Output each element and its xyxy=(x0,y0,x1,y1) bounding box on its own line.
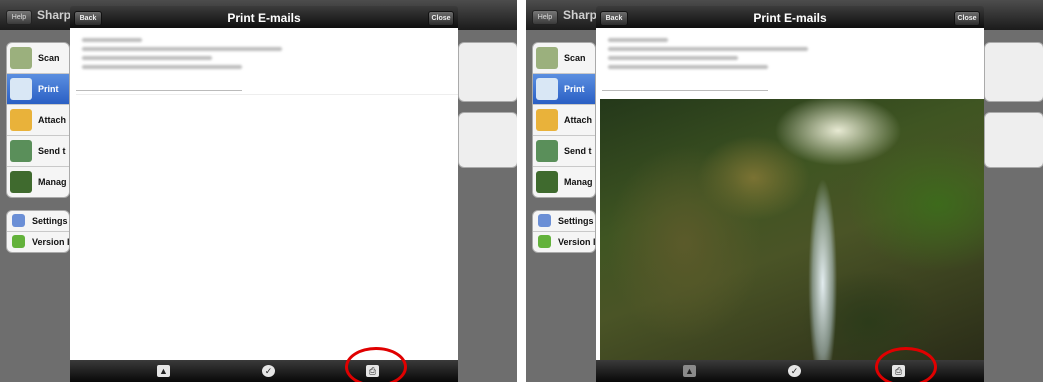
help-button[interactable]: Help xyxy=(532,10,558,25)
scanner-icon xyxy=(10,47,32,69)
sidebar-item-label: Version I xyxy=(32,237,70,247)
sidebar-item-label: Attach xyxy=(564,115,593,125)
checkmark-icon[interactable]: ✓ xyxy=(788,365,801,377)
sidebar-item-label: Attach xyxy=(38,115,67,125)
background-list xyxy=(984,42,1043,178)
print-emails-dialog: Back Print E-mails Close ▲ ✓ ⎙ xyxy=(596,6,984,382)
help-button[interactable]: Help xyxy=(6,10,32,25)
close-button[interactable]: Close xyxy=(428,11,454,26)
sidebar-item-label: Send t xyxy=(564,146,592,156)
printer-icon xyxy=(536,78,558,100)
sidebar-item-manage[interactable]: Manag xyxy=(533,167,595,197)
sidebar-item-label: Version I xyxy=(558,237,596,247)
sidebar-item-manage[interactable]: Manag xyxy=(7,167,69,197)
attached-waterfall-image xyxy=(600,99,984,362)
divider xyxy=(76,90,242,91)
background-list xyxy=(458,42,517,178)
sidebar-item-version[interactable]: Version I xyxy=(533,232,595,252)
scanner-icon xyxy=(536,47,558,69)
sidebar-group-settings: Settings Version I xyxy=(6,210,70,253)
sidebar-item-send[interactable]: Send t xyxy=(7,136,69,167)
sidebar-item-attach[interactable]: Attach xyxy=(533,105,595,136)
close-button[interactable]: Close xyxy=(954,11,980,26)
sidebar-item-print[interactable]: Print xyxy=(533,74,595,105)
image-icon[interactable]: ▲ xyxy=(157,365,170,377)
dialog-header: Back Print E-mails Close xyxy=(70,6,458,28)
info-icon xyxy=(538,235,551,248)
info-icon xyxy=(12,235,25,248)
checkmark-icon[interactable]: ✓ xyxy=(262,365,275,377)
manage-icon xyxy=(536,171,558,193)
highlight-circle xyxy=(875,347,937,382)
sidebar-item-label: Manag xyxy=(38,177,67,187)
sidebar-item-scan[interactable]: Scan xyxy=(7,43,69,74)
sidebar-item-attach[interactable]: Attach xyxy=(7,105,69,136)
sidebar-item-label: Scan xyxy=(564,53,586,63)
email-header-blurred xyxy=(608,38,848,74)
print-emails-dialog: Back Print E-mails Close ▲ ✓ ⎙ xyxy=(70,6,458,382)
sidebar-item-label: Settings xyxy=(558,216,594,226)
dialog-title: Print E-mails xyxy=(753,11,827,25)
email-header-blurred xyxy=(82,38,322,74)
envelope-icon xyxy=(536,109,558,131)
send-document-icon xyxy=(536,140,558,162)
app-title: Sharp xyxy=(37,8,72,22)
highlight-circle xyxy=(345,347,407,382)
app-title: Sharp xyxy=(563,8,598,22)
sidebar-item-settings[interactable]: Settings xyxy=(7,211,69,232)
sidebar-item-label: Print xyxy=(38,84,59,94)
divider xyxy=(602,90,768,91)
sidebar-group-main: Scan Print Attach Send t Manag xyxy=(532,42,596,198)
sidebar-item-label: Settings xyxy=(32,216,68,226)
screen-left: Help Sharp Scan Print Attach Send t Mana… xyxy=(0,0,517,382)
divider xyxy=(76,94,458,95)
manage-icon xyxy=(10,171,32,193)
sidebar-item-label: Manag xyxy=(564,177,593,187)
sidebar-group-settings: Settings Version I xyxy=(532,210,596,253)
envelope-icon xyxy=(10,109,32,131)
sidebar-item-label: Print xyxy=(564,84,585,94)
email-preview xyxy=(596,28,984,362)
sidebar-group-main: Scan Print Attach Send t Manag xyxy=(6,42,70,198)
sidebar-menu: Scan Print Attach Send t Manag Settings … xyxy=(532,42,596,265)
dialog-title: Print E-mails xyxy=(227,11,301,25)
sidebar-item-print[interactable]: Print xyxy=(7,74,69,105)
sidebar-item-version[interactable]: Version I xyxy=(7,232,69,252)
sidebar-item-label: Scan xyxy=(38,53,60,63)
email-preview xyxy=(70,28,458,360)
sidebar-item-label: Send t xyxy=(38,146,66,156)
sidebar-menu: Scan Print Attach Send t Manag Settings … xyxy=(6,42,70,265)
sidebar-item-send[interactable]: Send t xyxy=(533,136,595,167)
sidebar-item-settings[interactable]: Settings xyxy=(533,211,595,232)
screen-right: Help Sharp Scan Print Attach Send t Mana… xyxy=(526,0,1043,382)
gear-icon xyxy=(538,214,551,227)
printer-icon xyxy=(10,78,32,100)
sidebar-item-scan[interactable]: Scan xyxy=(533,43,595,74)
gear-icon xyxy=(12,214,25,227)
send-document-icon xyxy=(10,140,32,162)
image-icon[interactable]: ▲ xyxy=(683,365,696,377)
dialog-header: Back Print E-mails Close xyxy=(596,6,984,28)
